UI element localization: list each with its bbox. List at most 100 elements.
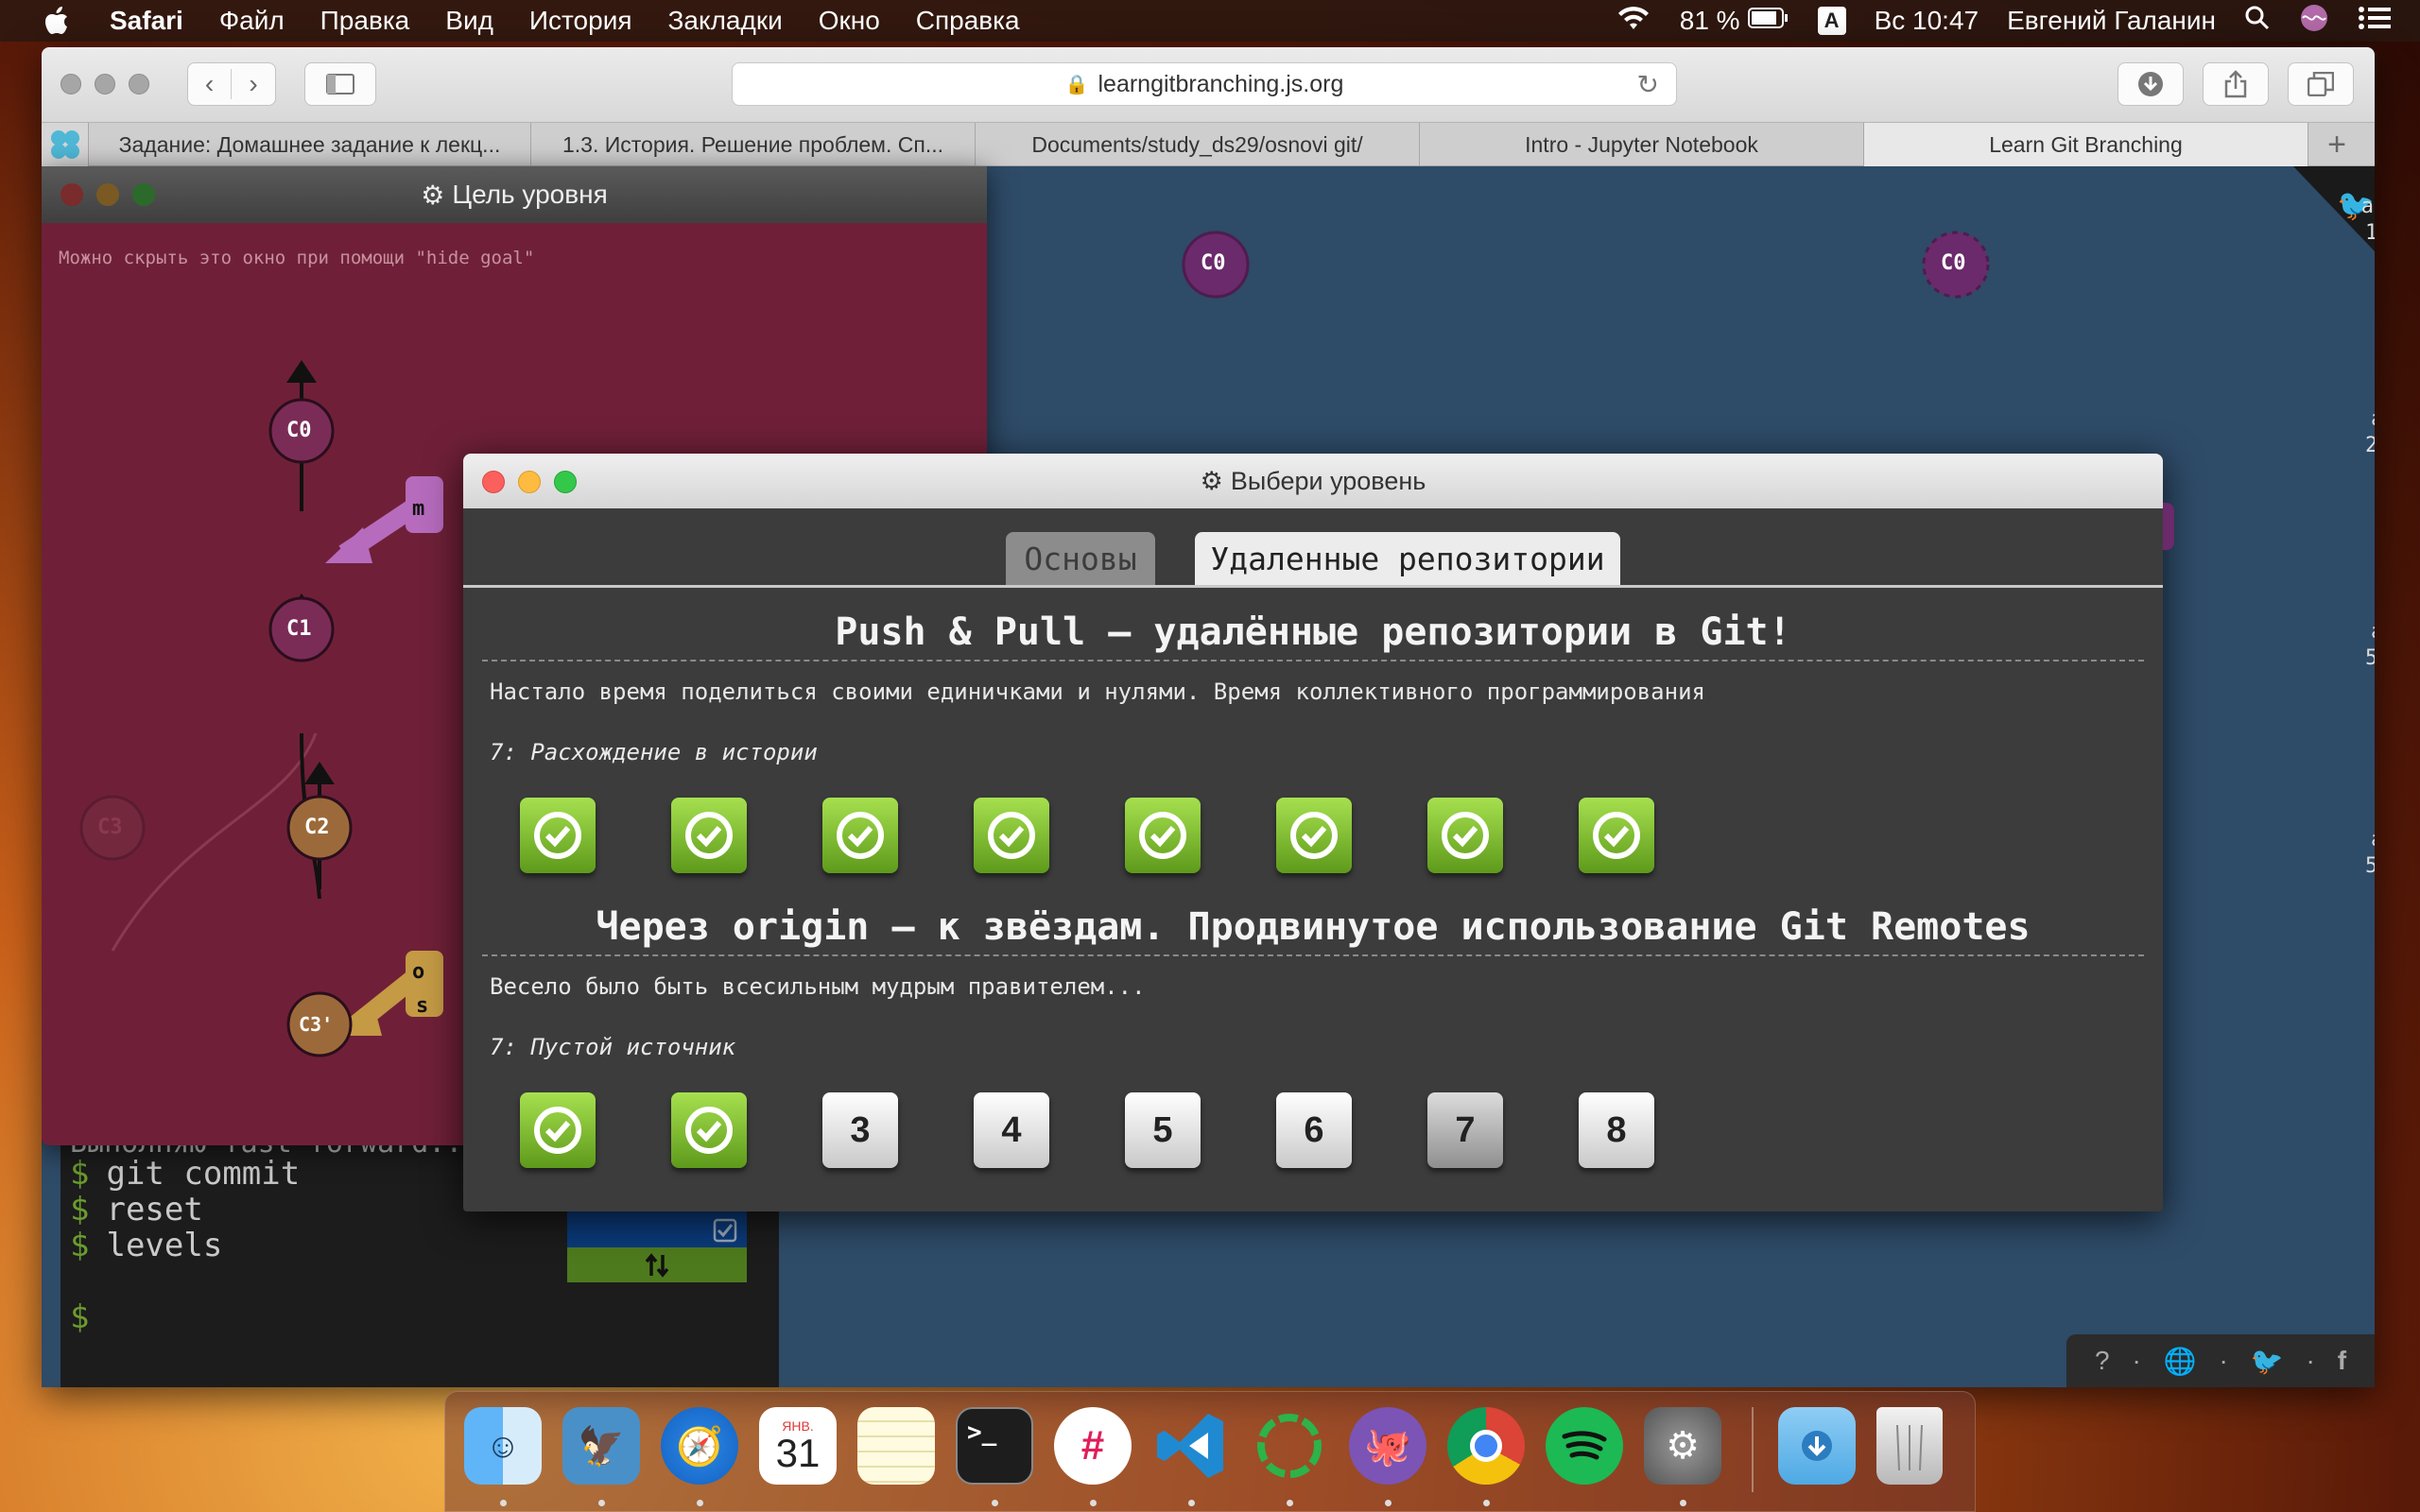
check-icon[interactable]	[567, 1212, 747, 1247]
menu-view[interactable]: Вид	[445, 6, 493, 36]
menu-window[interactable]: Окно	[819, 6, 880, 36]
preview-icon[interactable]: 🦅	[562, 1407, 640, 1485]
level-button-2[interactable]	[671, 798, 747, 873]
chrome-icon[interactable]	[1447, 1407, 1525, 1485]
tab-documents[interactable]: Documents/study_ds29/osnovi git/	[976, 123, 1420, 166]
tab-basics[interactable]: Основы	[1006, 532, 1155, 585]
level-button-1[interactable]	[520, 798, 596, 873]
notification-center-icon[interactable]	[2358, 5, 2392, 38]
menu-app-name[interactable]: Safari	[110, 6, 183, 36]
level-button-7[interactable]: 7	[1427, 1092, 1503, 1168]
dialog-titlebar: ⚙ Выбери уровень	[463, 454, 2163, 508]
reload-icon[interactable]: ↻	[1637, 69, 1659, 100]
slack-icon[interactable]: #	[1054, 1407, 1132, 1485]
zoom-window-button[interactable]	[129, 74, 149, 94]
level-button-6[interactable]	[1276, 798, 1352, 873]
level-button-5[interactable]	[1125, 798, 1201, 873]
level-button-7[interactable]	[1427, 798, 1503, 873]
close-dialog-button[interactable]	[482, 471, 505, 493]
level-button-1[interactable]	[520, 1092, 596, 1168]
apple-menu-icon[interactable]	[36, 0, 78, 42]
siri-icon[interactable]	[2299, 3, 2329, 40]
menu-bookmarks[interactable]: Закладки	[668, 6, 783, 36]
level-button-8[interactable]	[1579, 798, 1654, 873]
new-tab-button[interactable]: +	[2308, 123, 2365, 166]
input-source-icon[interactable]: A	[1817, 7, 1846, 35]
dialog-title: Выбери уровень	[1230, 466, 1426, 495]
menu-history[interactable]: История	[529, 6, 632, 36]
section-description: Настало время поделиться своими единичка…	[490, 679, 1705, 705]
system-preferences-icon[interactable]: ⚙	[1644, 1407, 1721, 1485]
tab-homework[interactable]: Задание: Домашнее задание к лекц...	[89, 123, 531, 166]
downloads-folder-icon[interactable]	[1778, 1407, 1856, 1485]
minimize-goal-button[interactable]	[96, 183, 119, 206]
back-icon[interactable]: ‹	[188, 69, 232, 99]
github-desktop-icon[interactable]: 🐙	[1349, 1407, 1426, 1485]
user-name[interactable]: Евгений Галанин	[2007, 6, 2216, 36]
section-title-push-pull: Push & Pull – удалённые репозитории в Gi…	[835, 610, 1791, 654]
tab-remote-repositories[interactable]: Удаленные репозитории	[1195, 532, 1620, 585]
forward-icon[interactable]: ›	[232, 69, 275, 99]
menu-edit[interactable]: Правка	[320, 6, 410, 36]
command-input[interactable]: $	[70, 1298, 769, 1336]
calendar-day: 31	[775, 1431, 821, 1475]
terminal-icon[interactable]: >_	[956, 1407, 1033, 1485]
spotlight-search-icon[interactable]	[2244, 5, 2271, 38]
swap-icon[interactable]	[567, 1247, 747, 1282]
battery-icon[interactable]	[1747, 6, 1789, 36]
zoom-goal-button[interactable]	[132, 183, 155, 206]
bg-commit-c0-remote: C0	[1941, 251, 1966, 275]
spotify-icon[interactable]	[1546, 1407, 1623, 1485]
page-content: C0 C0 🐦 a 18 a 24 a 54 a 50 Выполняю fas…	[42, 166, 2375, 1387]
jupyter-icon[interactable]	[1251, 1407, 1328, 1485]
edge-label-5: a	[2371, 620, 2375, 644]
tab-history-lesson[interactable]: 1.3. История. Решение проблем. Сп...	[531, 123, 976, 166]
level-button-8[interactable]: 8	[1579, 1092, 1654, 1168]
language-icon[interactable]: 🌐	[2164, 1346, 2197, 1377]
edge-label-2: 18	[2365, 221, 2375, 245]
section-divider	[482, 954, 2144, 956]
selected-level-label: 7: Пустой источник	[490, 1034, 736, 1060]
sidebar-toggle-button[interactable]	[304, 62, 376, 106]
level-button-6[interactable]: 6	[1276, 1092, 1352, 1168]
level-button-4[interactable]: 4	[974, 1092, 1049, 1168]
tab-jupyter[interactable]: Intro - Jupyter Notebook	[1420, 123, 1864, 166]
downloads-button[interactable]	[2118, 62, 2184, 106]
address-bar[interactable]: 🔒 learngitbranching.js.org ↻	[732, 62, 1677, 106]
menu-help[interactable]: Справка	[916, 6, 1020, 36]
level-button-3[interactable]	[822, 798, 898, 873]
tab-overview-button[interactable]	[2288, 62, 2354, 106]
goal-commit-c2: C2	[304, 816, 330, 839]
pinned-tab-icon[interactable]	[42, 123, 89, 166]
share-button[interactable]	[2203, 62, 2269, 106]
close-goal-button[interactable]	[60, 183, 83, 206]
clock[interactable]: Вс 10:47	[1875, 6, 1979, 36]
goal-commit-c0: C0	[286, 419, 312, 442]
trash-icon[interactable]	[1876, 1407, 1943, 1485]
safari-icon[interactable]: 🧭	[661, 1407, 738, 1485]
goal-commit-c3: C3	[97, 816, 123, 839]
level-button-3[interactable]: 3	[822, 1092, 898, 1168]
calendar-icon[interactable]: ЯНВ. 31	[759, 1407, 837, 1485]
battery-percent: 81 %	[1679, 6, 1740, 35]
twitter-icon[interactable]: 🐦	[2251, 1346, 2284, 1377]
branch-label-fragment	[2163, 503, 2174, 550]
minimize-window-button[interactable]	[95, 74, 115, 94]
finder-icon[interactable]: ☺	[464, 1407, 542, 1485]
vscode-icon[interactable]	[1152, 1407, 1230, 1485]
level-button-4[interactable]	[974, 798, 1049, 873]
close-window-button[interactable]	[60, 74, 81, 94]
level-button-2[interactable]	[671, 1092, 747, 1168]
facebook-icon[interactable]: f	[2338, 1346, 2346, 1376]
goal-window-controls	[60, 183, 155, 206]
minimize-dialog-button[interactable]	[518, 471, 541, 493]
notes-icon[interactable]	[857, 1407, 935, 1485]
branch-label-fragment: o	[412, 960, 425, 984]
menu-file[interactable]: Файл	[219, 6, 285, 36]
zoom-dialog-button[interactable]	[554, 471, 577, 493]
help-icon[interactable]: ?	[2095, 1346, 2110, 1376]
wifi-icon[interactable]	[1616, 5, 1651, 38]
tab-learn-git-branching[interactable]: Learn Git Branching	[1864, 123, 2308, 166]
section-divider	[482, 660, 2144, 662]
level-button-5[interactable]: 5	[1125, 1092, 1201, 1168]
